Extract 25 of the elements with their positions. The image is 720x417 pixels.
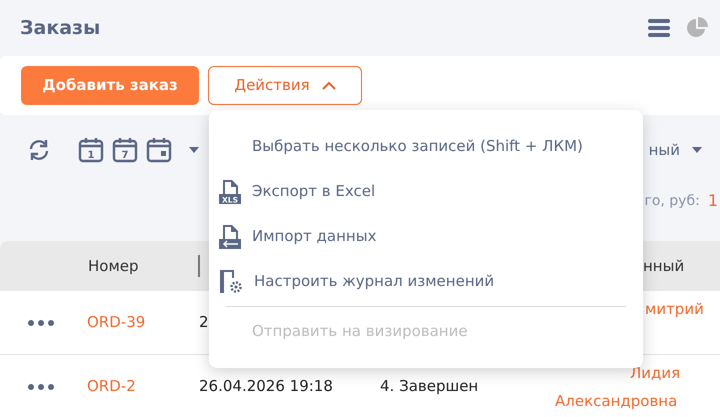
- more-icon[interactable]: [28, 320, 56, 326]
- caret-icon[interactable]: [692, 147, 702, 153]
- menu-item[interactable]: Выбрать несколько записей (Shift + ЛКМ): [209, 124, 643, 169]
- journal-settings-icon: [218, 268, 244, 294]
- refresh-icon[interactable]: [27, 138, 51, 162]
- menu-icon[interactable]: [648, 19, 670, 37]
- page-title: Заказы: [20, 16, 100, 41]
- add-order-button[interactable]: Добавить заказ: [21, 66, 199, 105]
- actions-button[interactable]: Действия: [208, 66, 362, 105]
- total-label: го, руб:: [644, 192, 700, 211]
- view-selector-text[interactable]: ный: [648, 138, 680, 162]
- date-cell: 2: [199, 313, 209, 332]
- caret-icon[interactable]: [189, 147, 199, 153]
- menu-item[interactable]: Импорт данных: [209, 214, 643, 259]
- order-number-link[interactable]: ORD-39: [70, 311, 198, 334]
- order-number-link[interactable]: ORD-2: [70, 375, 198, 398]
- total-value: 1: [708, 190, 718, 212]
- chevron-icon: [322, 81, 336, 90]
- menu-item[interactable]: Настроить журнал изменений: [209, 259, 643, 304]
- column-header[interactable]: Номер: [70, 254, 198, 278]
- file-import-icon: [218, 224, 242, 250]
- more-icon[interactable]: [28, 384, 56, 390]
- date-cell: 26.04.2026 19:18: [199, 377, 333, 396]
- status-cell-text: 4. Завершен: [379, 376, 480, 398]
- calendar-icon[interactable]: [145, 136, 173, 164]
